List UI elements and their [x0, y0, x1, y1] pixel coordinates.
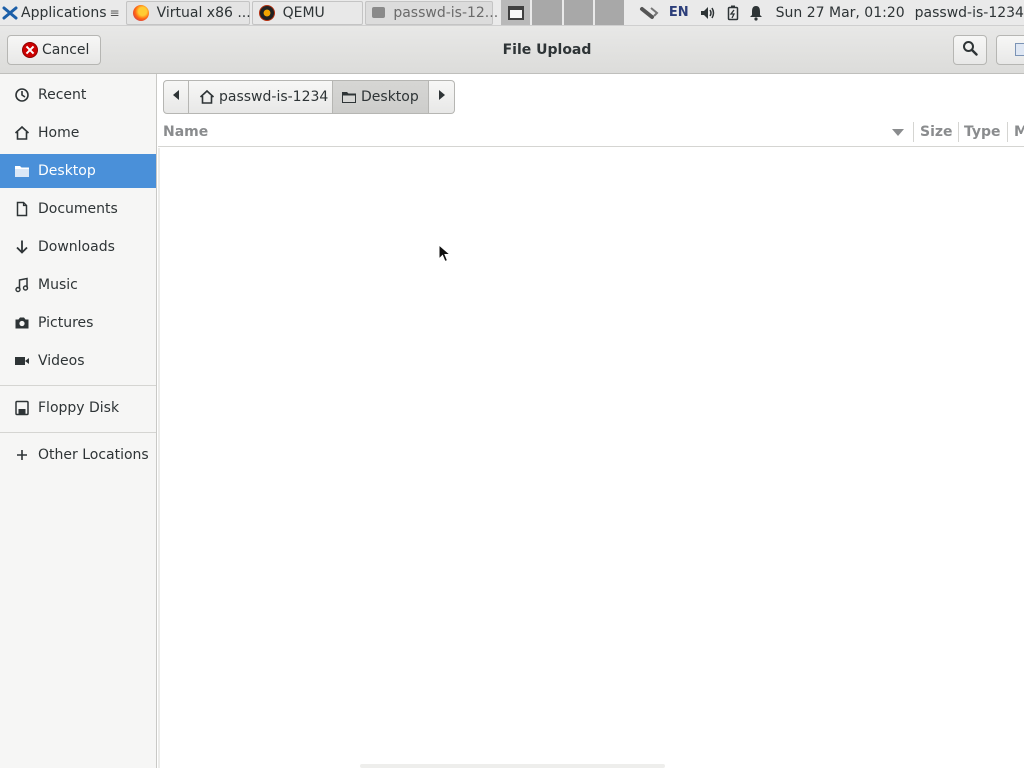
- workspace-2-button[interactable]: 2: [532, 0, 562, 25]
- cancel-button-label: Cancel: [42, 42, 90, 58]
- floppy-icon: [14, 400, 30, 416]
- sidebar-item-label: Desktop: [38, 163, 96, 179]
- applications-menu-label: Applications: [21, 4, 107, 21]
- sidebar-item-label: Music: [38, 277, 78, 293]
- cancel-button[interactable]: Cancel: [7, 35, 101, 65]
- sidebar-item-downloads[interactable]: Downloads: [0, 230, 156, 264]
- document-icon: [1015, 43, 1024, 56]
- file-list-header: Name Size Type M: [158, 118, 1024, 147]
- firefox-icon: [132, 4, 149, 21]
- file-list[interactable]: [158, 148, 1024, 768]
- dialog-header-bar: Cancel File Upload: [0, 26, 1024, 74]
- workspace-1-button[interactable]: 1: [501, 0, 531, 25]
- qemu-icon: [258, 4, 275, 21]
- folder-icon: [341, 89, 357, 105]
- download-icon: [14, 239, 30, 255]
- column-divider[interactable]: [913, 122, 914, 142]
- search-button[interactable]: [953, 35, 987, 65]
- sidebar-item-desktop[interactable]: Desktop: [0, 154, 156, 188]
- sidebar-item-label: Pictures: [38, 315, 94, 331]
- sidebar-separator: [0, 432, 156, 433]
- taskbar-item-label: passwd-is-12...: [393, 4, 499, 21]
- applications-menu[interactable]: Applications ≡: [0, 0, 124, 25]
- panel-user-label[interactable]: passwd-is-1234: [915, 5, 1024, 21]
- camera-icon: [14, 315, 30, 331]
- column-header-size[interactable]: Size: [920, 118, 953, 146]
- path-desktop-button[interactable]: Desktop: [333, 80, 429, 114]
- home-icon: [199, 89, 215, 105]
- path-back-button[interactable]: [163, 80, 189, 114]
- workspace-3-button[interactable]: 3: [563, 0, 593, 25]
- column-divider[interactable]: [1007, 122, 1008, 142]
- sidebar-item-label: Home: [38, 125, 80, 141]
- column-header-name[interactable]: Name: [163, 118, 908, 146]
- keyboard-layout-indicator[interactable]: EN: [669, 0, 689, 25]
- sidebar-item-other-locations[interactable]: Other Locations: [0, 438, 156, 472]
- home-icon: [14, 125, 30, 141]
- path-home-label: passwd-is-1234: [219, 89, 329, 105]
- video-icon: [14, 353, 30, 369]
- workspace-4-button[interactable]: 4: [594, 0, 624, 25]
- sidebar-item-label: Other Locations: [38, 447, 149, 463]
- window-icon: [372, 7, 386, 18]
- clock-icon: [14, 87, 30, 103]
- column-divider[interactable]: [958, 122, 959, 142]
- cancel-icon: [22, 42, 38, 58]
- mouse-pointer-icon: [438, 244, 452, 263]
- taskbar-item-qemu[interactable]: QEMU: [251, 0, 364, 25]
- sidebar-item-label: Recent: [38, 87, 87, 103]
- sidebar-item-recent[interactable]: Recent: [0, 78, 156, 112]
- sidebar-item-videos[interactable]: Videos: [0, 344, 156, 378]
- path-bar: passwd-is-1234 Desktop: [163, 80, 455, 114]
- bell-icon[interactable]: [749, 0, 763, 25]
- top-panel: Applications ≡ Virtual x86 ... QEMU pass…: [0, 0, 1024, 26]
- path-desktop-label: Desktop: [361, 89, 419, 105]
- music-icon: [14, 277, 30, 293]
- dialog-title: File Upload: [502, 42, 592, 58]
- plus-icon: [14, 447, 30, 463]
- sidebar-item-documents[interactable]: Documents: [0, 192, 156, 226]
- system-tray: EN: [634, 0, 768, 25]
- taskbar-item-terminal[interactable]: passwd-is-12...: [365, 0, 498, 25]
- sidebar-separator: [0, 385, 156, 386]
- path-home-button[interactable]: passwd-is-1234: [189, 80, 333, 114]
- chevron-right-icon: [438, 89, 446, 105]
- sidebar-item-music[interactable]: Music: [0, 268, 156, 302]
- open-button[interactable]: [996, 35, 1024, 65]
- places-sidebar: Recent Home Desktop Documents Downloads …: [0, 74, 157, 768]
- folder-icon: [14, 163, 30, 179]
- sort-descending-icon: [892, 129, 904, 136]
- horizontal-scrollbar[interactable]: [360, 764, 665, 768]
- sidebar-item-label: Documents: [38, 201, 118, 217]
- volume-icon[interactable]: [699, 0, 717, 25]
- sidebar-item-home[interactable]: Home: [0, 116, 156, 150]
- menu-separator-icon: ≡: [109, 5, 120, 20]
- path-forward-button[interactable]: [429, 80, 455, 114]
- xfce-logo-icon: [2, 5, 18, 21]
- sidebar-item-floppy-disk[interactable]: Floppy Disk: [0, 391, 156, 425]
- sidebar-item-pictures[interactable]: Pictures: [0, 306, 156, 340]
- chevron-left-icon: [172, 89, 180, 105]
- network-wired-icon[interactable]: [639, 0, 659, 25]
- panel-clock[interactable]: Sun 27 Mar, 01:20: [776, 5, 905, 21]
- taskbar-item-firefox[interactable]: Virtual x86 ...: [125, 0, 251, 25]
- column-header-modified[interactable]: M: [1014, 118, 1024, 146]
- battery-icon[interactable]: [727, 0, 739, 25]
- document-icon: [14, 201, 30, 217]
- sidebar-item-label: Downloads: [38, 239, 115, 255]
- column-header-type[interactable]: Type: [964, 118, 1001, 146]
- search-icon: [962, 40, 978, 60]
- taskbar-item-label: Virtual x86 ...: [156, 4, 251, 21]
- sidebar-item-label: Floppy Disk: [38, 400, 120, 416]
- taskbar-item-label: QEMU: [282, 4, 325, 21]
- sidebar-item-label: Videos: [38, 353, 85, 369]
- workspace-window-thumbnail: [507, 5, 524, 20]
